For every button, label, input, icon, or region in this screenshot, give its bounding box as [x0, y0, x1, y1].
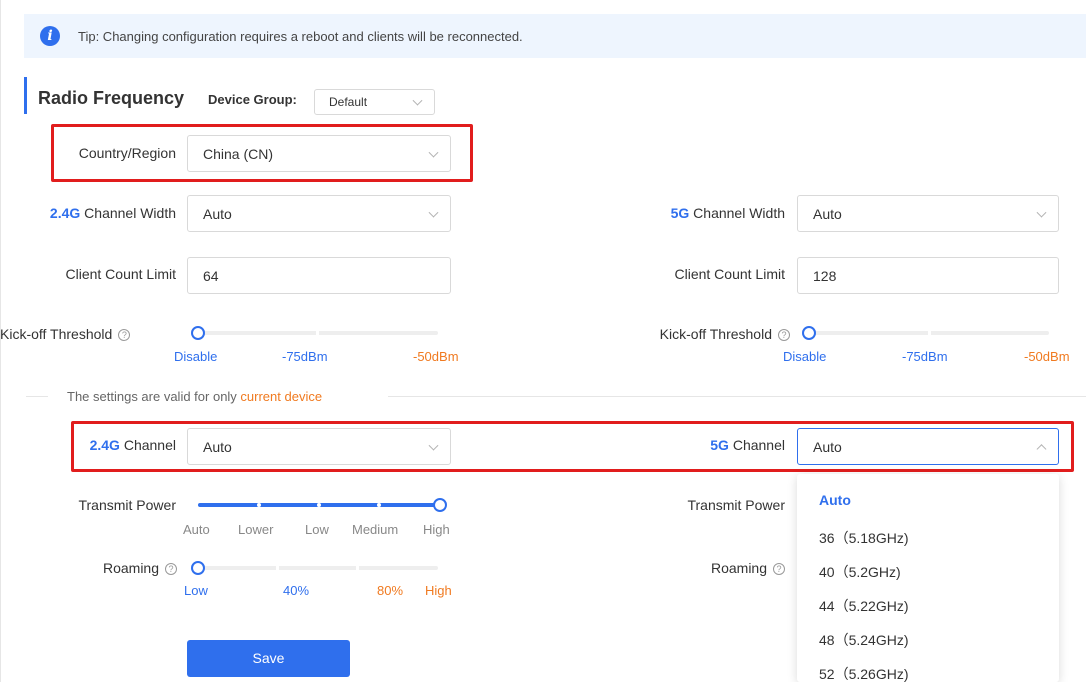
client-limit-24-label: Client Count Limit [65, 266, 177, 282]
kickoff-5-slider-handle[interactable] [802, 326, 816, 340]
channel-width-5-value: Auto [813, 205, 842, 222]
chevron-down-icon [428, 440, 439, 451]
info-icon: i [40, 26, 60, 46]
dropdown-option[interactable]: Auto [819, 492, 851, 508]
roaming-24-tick-80: 80% [377, 583, 404, 598]
divider-highlight: current device [240, 389, 323, 404]
dropdown-option[interactable]: 52（5.26GHz) [819, 664, 908, 682]
roaming-24-label: Roaming? [40, 560, 177, 576]
country-label: Country/Region [78, 145, 176, 161]
slider-step-mark [257, 503, 261, 507]
dropdown-option[interactable]: 40（5.2GHz) [819, 562, 901, 582]
dropdown-option[interactable]: 48（5.24GHz) [819, 630, 908, 650]
client-limit-5-input[interactable]: 128 [797, 257, 1059, 294]
band-5-tag: 5G [670, 205, 690, 221]
chevron-down-icon [428, 207, 439, 218]
band-5-tag: 5G [710, 437, 729, 453]
channel-5-label: 5G Channel [690, 437, 785, 453]
device-group-value: Default [329, 95, 368, 109]
slider-step-mark [377, 503, 381, 507]
country-value: China (CN) [203, 145, 274, 162]
slider-step-mark [317, 503, 321, 507]
roaming-5-text: Roaming [710, 560, 767, 576]
question-circle-icon[interactable]: ? [773, 563, 785, 575]
channel-24-label: 2.4G Channel [80, 437, 176, 453]
divider-text-main: The settings are valid for only [67, 389, 241, 404]
chevron-down-icon [1036, 207, 1047, 218]
kickoff-5-tick-75: -75dBm [902, 349, 948, 364]
slider-step-mark [276, 566, 279, 570]
kickoff-24-tick-75: -75dBm [282, 349, 328, 364]
transmit-24-slider-handle[interactable] [433, 498, 447, 512]
channel-24-value: Auto [203, 438, 232, 455]
client-limit-24-input[interactable]: 64 [187, 257, 451, 294]
channel-width-5-label: 5G Channel Width [620, 205, 785, 221]
channel-5-text: Channel [728, 437, 785, 453]
tip-text: Tip: Changing configuration requires a r… [78, 29, 523, 44]
divider-line-left [26, 396, 48, 397]
country-select[interactable]: China (CN) [187, 135, 451, 172]
client-limit-5-label: Client Count Limit [674, 266, 786, 282]
channel-width-5-select[interactable]: Auto [797, 195, 1059, 232]
question-circle-icon[interactable]: ? [778, 329, 790, 341]
roaming-5-label: Roaming? [650, 560, 785, 576]
dropdown-option[interactable]: 44（5.22GHz) [819, 596, 908, 616]
chevron-down-icon [412, 95, 423, 106]
roaming-24-text: Roaming [102, 560, 159, 576]
roaming-24-slider-track[interactable] [198, 566, 438, 570]
section-accent-bar [24, 77, 27, 114]
roaming-24-slider-handle[interactable] [191, 561, 205, 575]
divider-line-right [388, 396, 1086, 397]
device-group-label: Device Group: [208, 92, 297, 107]
channel-24-select[interactable]: Auto [187, 428, 451, 465]
transmit-24-tick-auto: Auto [183, 522, 210, 537]
page-title: Radio Frequency [38, 88, 185, 108]
slider-step-mark [928, 331, 931, 335]
band-24-tag: 2.4G [49, 205, 81, 221]
kickoff-5-tick-50: -50dBm [1024, 349, 1070, 364]
transmit-24-tick-high: High [423, 522, 450, 537]
dropdown-option[interactable]: 36（5.18GHz) [819, 528, 908, 548]
chevron-up-icon [1036, 443, 1047, 454]
kickoff-24-text: Kick-off Threshold [0, 326, 113, 342]
roaming-24-tick-40: 40% [283, 583, 310, 598]
transmit-5-label: Transmit Power [687, 497, 785, 513]
channel-24-text: Channel [119, 437, 176, 453]
question-circle-icon[interactable]: ? [165, 563, 177, 575]
transmit-24-tick-lower: Lower [238, 522, 274, 537]
slider-step-mark [316, 331, 319, 335]
kickoff-5-tick-disable: Disable [783, 349, 827, 364]
transmit-24-tick-low: Low [305, 522, 329, 537]
roaming-24-tick-low: Low [184, 583, 208, 598]
transmit-24-tick-medium: Medium [352, 522, 399, 537]
channel-width-24-text: Channel Width [80, 205, 176, 221]
channel-width-24-value: Auto [203, 205, 232, 222]
chevron-down-icon [428, 147, 439, 158]
client-limit-5-value: 128 [813, 267, 837, 284]
question-circle-icon[interactable]: ? [118, 329, 131, 341]
kickoff-24-label: Kick-off Threshold? [0, 326, 177, 342]
channel-5-dropdown: Auto 36（5.18GHz) 40（5.2GHz) 44（5.22GHz) … [797, 474, 1059, 682]
kickoff-5-label: Kick-off Threshold? [620, 326, 790, 342]
slider-step-mark [356, 566, 359, 570]
channel-5-value: Auto [813, 438, 842, 455]
channel-width-24-label: 2.4G Channel Width [20, 205, 176, 221]
channel-width-24-select[interactable]: Auto [187, 195, 451, 232]
divider-text: The settings are valid for only current … [67, 389, 322, 404]
kickoff-24-slider-handle[interactable] [191, 326, 205, 340]
save-button[interactable]: Save [187, 640, 350, 677]
kickoff-5-text: Kick-off Threshold [659, 326, 772, 342]
transmit-24-label: Transmit Power [78, 497, 176, 513]
kickoff-24-tick-disable: Disable [174, 349, 218, 364]
roaming-24-tick-high: High [425, 583, 452, 598]
device-group-select[interactable]: Default [314, 89, 435, 115]
channel-5-select[interactable]: Auto [797, 428, 1059, 465]
client-limit-24-value: 64 [203, 267, 219, 284]
channel-width-5-text: Channel Width [689, 205, 785, 221]
band-24-tag: 2.4G [89, 437, 120, 453]
kickoff-24-tick-50: -50dBm [413, 349, 459, 364]
